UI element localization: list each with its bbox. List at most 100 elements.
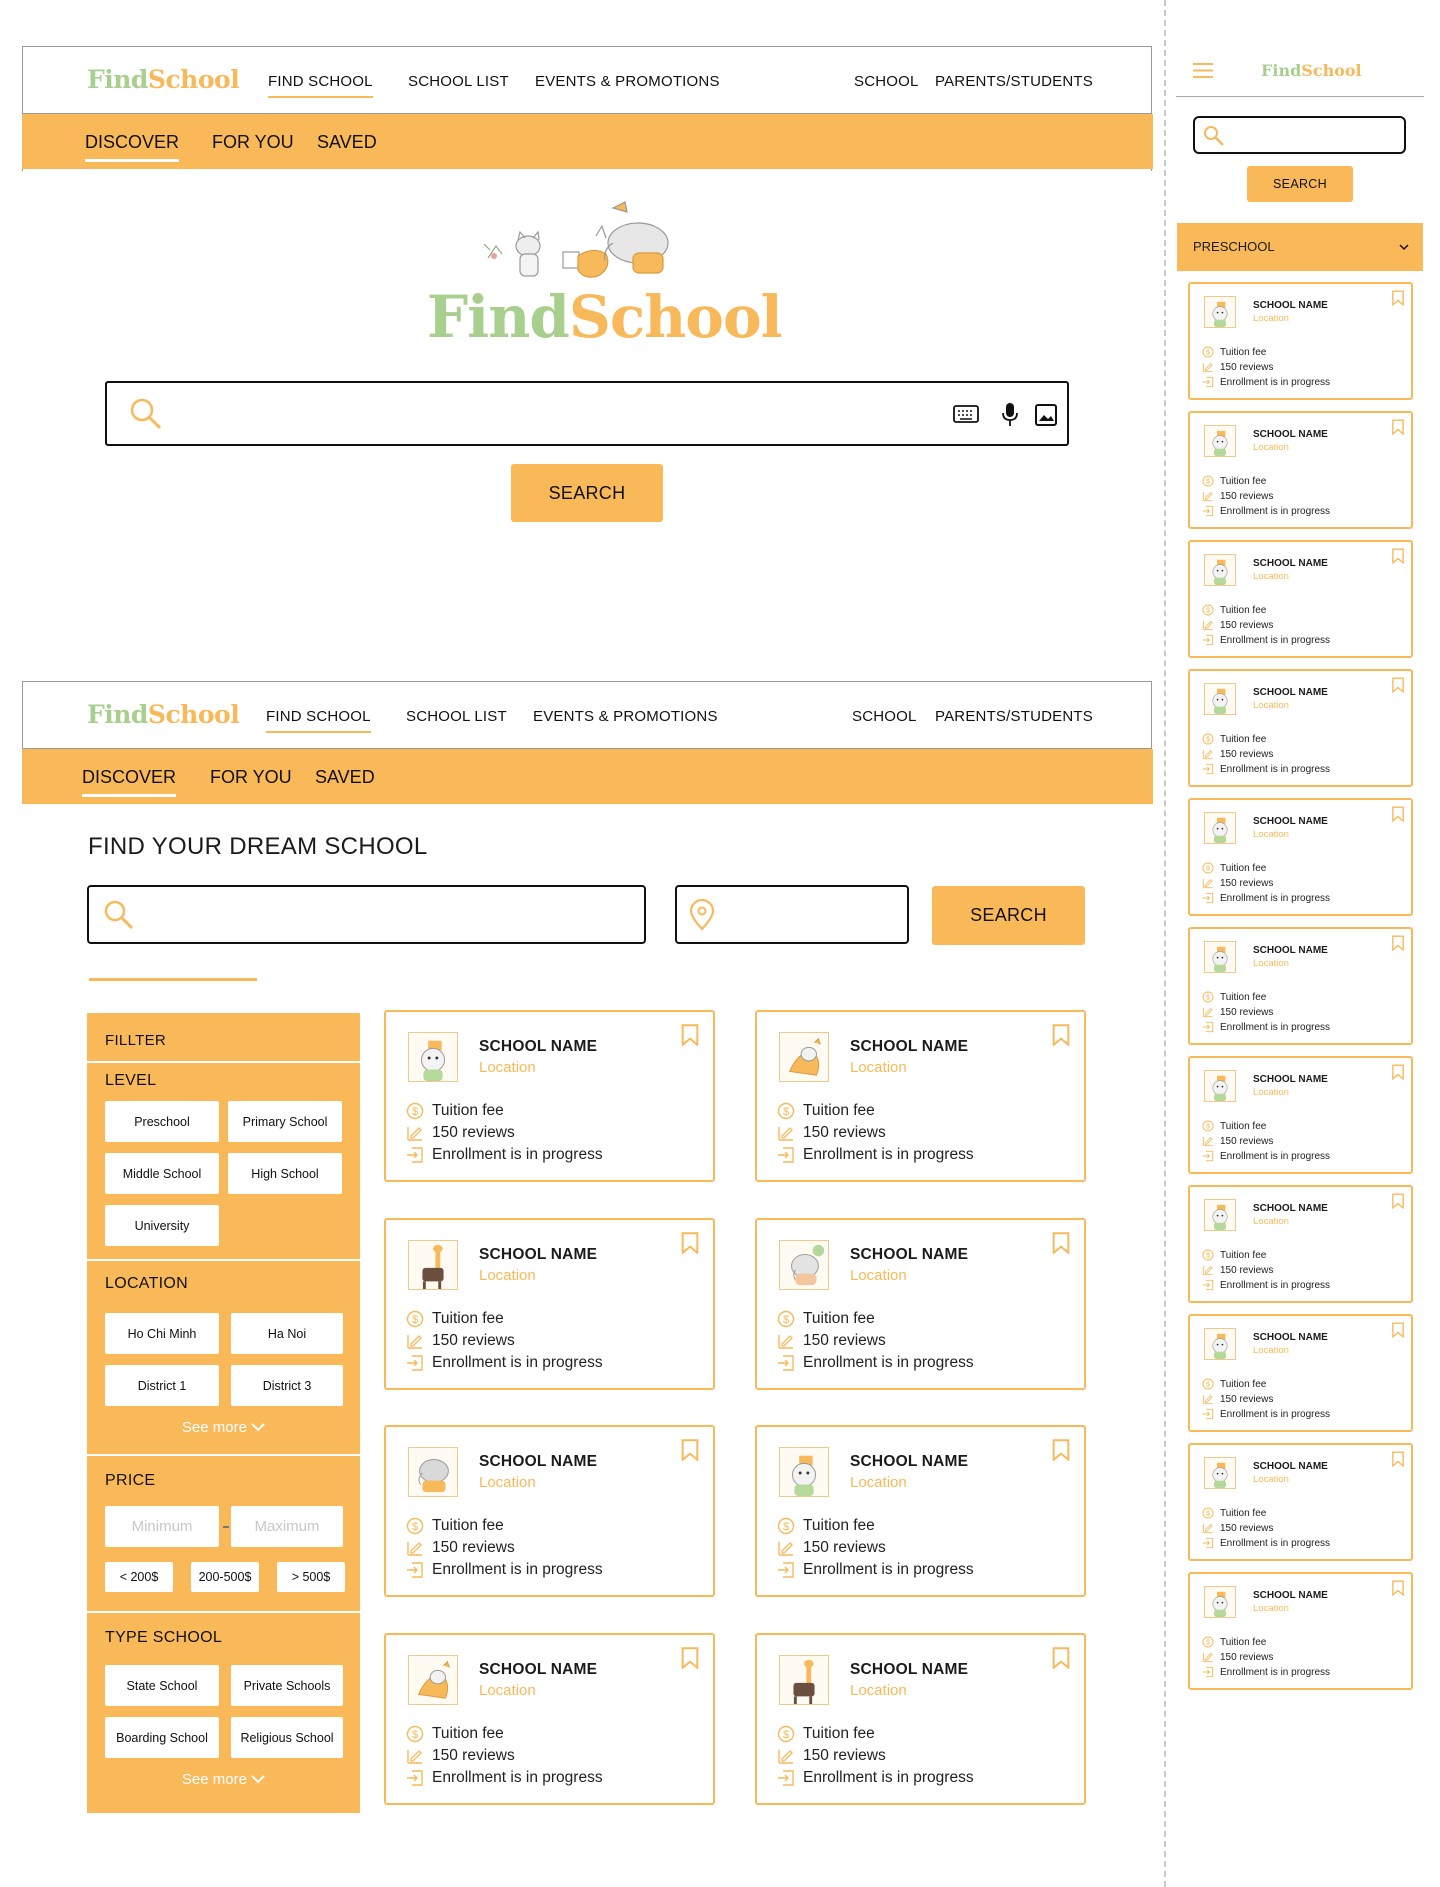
bookmark-button[interactable]	[1392, 548, 1404, 569]
mobile-school-card[interactable]: SCHOOL NAME Location $ Tuition fee 150 revie…	[1188, 1572, 1413, 1690]
school-name[interactable]: SCHOOL NAME	[850, 1246, 968, 1264]
chip-primary-school[interactable]: Primary School	[228, 1101, 342, 1142]
bookmark-icon[interactable]	[1052, 1024, 1070, 1047]
school-name[interactable]: SCHOOL NAME	[1253, 1590, 1328, 1601]
school-name[interactable]: SCHOOL NAME	[850, 1661, 968, 1679]
location-see-more[interactable]: See more	[87, 1419, 360, 1436]
school-thumbnail[interactable]	[1204, 812, 1236, 844]
bookmark-icon[interactable]	[1392, 1064, 1404, 1081]
mobile-school-card[interactable]: SCHOOL NAME Location $ Tuition fee 150 revie…	[1188, 411, 1413, 529]
school-thumbnail[interactable]	[779, 1447, 829, 1497]
bookmark-button[interactable]	[1052, 1646, 1070, 1674]
bookmark-icon[interactable]	[681, 1231, 699, 1255]
mobile-school-card[interactable]: SCHOOL NAME Location $ Tuition fee 150 revie…	[1188, 1314, 1413, 1432]
chip-district-3[interactable]: District 3	[231, 1365, 343, 1406]
nav-find-school[interactable]: FIND SCHOOL	[266, 708, 371, 733]
mobile-search-input[interactable]	[1193, 116, 1406, 154]
bookmark-icon[interactable]	[1392, 1580, 1404, 1597]
mobile-logo[interactable]: FindSchool	[1261, 61, 1362, 80]
school-thumbnail[interactable]	[408, 1032, 458, 1082]
school-thumbnail[interactable]	[1204, 941, 1236, 973]
school-thumbnail[interactable]	[1204, 425, 1236, 457]
tab-for-you[interactable]: FOR YOU	[210, 767, 292, 788]
bookmark-button[interactable]	[681, 1024, 699, 1051]
mobile-school-card[interactable]: SCHOOL NAME Location $ Tuition fee 150 revie…	[1188, 798, 1413, 916]
bookmark-icon[interactable]	[1052, 1439, 1070, 1462]
bookmark-button[interactable]	[1392, 1064, 1404, 1085]
bookmark-button[interactable]	[1052, 1231, 1070, 1259]
bookmark-button[interactable]	[1392, 806, 1404, 827]
mobile-school-card[interactable]: SCHOOL NAME Location $ Tuition fee 150 revie…	[1188, 1185, 1413, 1303]
nav-parents-students[interactable]: PARENTS/STUDENTS	[935, 708, 1093, 725]
keyboard-icon[interactable]	[953, 405, 979, 423]
nav-parents-students[interactable]: PARENTS/STUDENTS	[935, 73, 1093, 90]
mobile-school-card[interactable]: SCHOOL NAME Location $ Tuition fee 150 revie…	[1188, 540, 1413, 658]
bookmark-icon[interactable]	[1392, 806, 1404, 823]
nav-find-school[interactable]: FIND SCHOOL	[268, 73, 373, 98]
bookmark-button[interactable]	[1392, 1451, 1404, 1472]
school-name[interactable]: SCHOOL NAME	[479, 1453, 597, 1471]
logo[interactable]: FindSchool	[87, 65, 240, 94]
bookmark-button[interactable]	[1052, 1439, 1070, 1466]
mobile-category-select[interactable]: PRESCHOOL	[1177, 223, 1423, 271]
bookmark-icon[interactable]	[1392, 677, 1404, 694]
results-search-button[interactable]: SEARCH	[932, 886, 1085, 945]
image-icon[interactable]	[1035, 404, 1057, 426]
school-thumbnail[interactable]	[779, 1032, 829, 1082]
bookmark-icon[interactable]	[1392, 419, 1404, 436]
school-name[interactable]: SCHOOL NAME	[1253, 945, 1328, 956]
bookmark-button[interactable]	[1392, 1322, 1404, 1343]
school-card[interactable]: SCHOOL NAME Location $ Tuition fee 150 revie…	[755, 1010, 1086, 1182]
nav-events-promotions[interactable]: EVENTS & PROMOTIONS	[535, 73, 720, 90]
school-card[interactable]: SCHOOL NAME Location $ Tuition fee 150 revie…	[384, 1632, 715, 1805]
chip-ho-chi-minh[interactable]: Ho Chi Minh	[105, 1313, 219, 1354]
bookmark-icon[interactable]	[1052, 1231, 1070, 1255]
chip-price-200-500[interactable]: 200-500$	[191, 1562, 259, 1592]
school-card[interactable]: SCHOOL NAME Location $ Tuition fee 150 revie…	[384, 1425, 715, 1597]
school-search-input[interactable]	[87, 885, 646, 944]
nav-school[interactable]: SCHOOL	[854, 73, 919, 90]
mobile-school-card[interactable]: SCHOOL NAME Location $ Tuition fee 150 revie…	[1188, 669, 1413, 787]
bookmark-icon[interactable]	[681, 1024, 699, 1047]
microphone-icon[interactable]	[1001, 402, 1019, 428]
chip-district-1[interactable]: District 1	[105, 1365, 219, 1406]
bookmark-icon[interactable]	[1052, 1646, 1070, 1670]
bookmark-button[interactable]	[681, 1646, 699, 1674]
school-name[interactable]: SCHOOL NAME	[1253, 1074, 1328, 1085]
mobile-school-card[interactable]: SCHOOL NAME Location $ Tuition fee 150 revie…	[1188, 282, 1413, 400]
bookmark-button[interactable]	[1392, 290, 1404, 311]
tab-for-you[interactable]: FOR YOU	[212, 132, 294, 153]
tab-discover[interactable]: DISCOVER	[85, 132, 180, 162]
school-thumbnail[interactable]	[408, 1654, 458, 1705]
school-name[interactable]: SCHOOL NAME	[1253, 816, 1328, 827]
chip-preschool[interactable]: Preschool	[105, 1101, 219, 1142]
nav-school-list[interactable]: SCHOOL LIST	[408, 73, 509, 90]
bookmark-icon[interactable]	[1392, 1451, 1404, 1468]
school-thumbnail[interactable]	[408, 1447, 458, 1497]
hero-search-button[interactable]: SEARCH	[511, 464, 663, 522]
school-card[interactable]: SCHOOL NAME Location $ Tuition fee 150 revie…	[755, 1217, 1086, 1390]
bookmark-button[interactable]	[1392, 677, 1404, 698]
bookmark-button[interactable]	[681, 1439, 699, 1466]
chip-middle-school[interactable]: Middle School	[105, 1153, 219, 1194]
school-name[interactable]: SCHOOL NAME	[1253, 1332, 1328, 1343]
mobile-search-button[interactable]: SEARCH	[1247, 166, 1353, 202]
school-name[interactable]: SCHOOL NAME	[1253, 300, 1328, 311]
tab-saved[interactable]: SAVED	[315, 767, 375, 788]
bookmark-icon[interactable]	[1392, 1322, 1404, 1339]
bookmark-button[interactable]	[1392, 1193, 1404, 1214]
chip-boarding-school[interactable]: Boarding School	[105, 1717, 219, 1758]
chip-ha-noi[interactable]: Ha Noi	[231, 1313, 343, 1354]
bookmark-icon[interactable]	[1392, 290, 1404, 307]
school-thumbnail[interactable]	[1204, 1586, 1236, 1618]
logo[interactable]: FindSchool	[87, 700, 240, 729]
school-thumbnail[interactable]	[1204, 1199, 1236, 1231]
school-name[interactable]: SCHOOL NAME	[479, 1038, 597, 1056]
school-name[interactable]: SCHOOL NAME	[479, 1246, 597, 1264]
nav-school-list[interactable]: SCHOOL LIST	[406, 708, 507, 725]
school-thumbnail[interactable]	[1204, 554, 1236, 586]
bookmark-button[interactable]	[1392, 1580, 1404, 1601]
chip-religious-school[interactable]: Religious School	[231, 1717, 343, 1758]
school-thumbnail[interactable]	[1204, 1457, 1236, 1489]
mobile-school-card[interactable]: SCHOOL NAME Location $ Tuition fee 150 revie…	[1188, 1443, 1413, 1561]
